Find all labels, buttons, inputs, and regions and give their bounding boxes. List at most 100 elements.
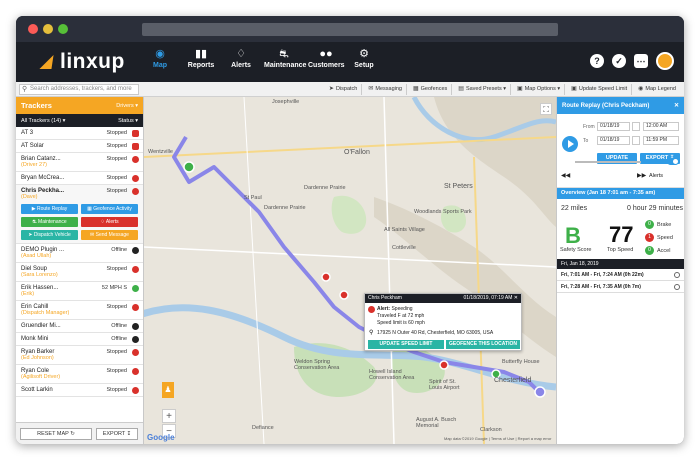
user-avatar[interactable] [656, 52, 674, 70]
close-icon[interactable]: ✕ [514, 295, 518, 301]
update-speed-limit-popup-button[interactable]: UPDATE SPEED LIMIT [368, 340, 444, 349]
export-trackers-button[interactable]: EXPORT ↧ [96, 427, 138, 440]
linxup-logo[interactable]: linxup [39, 50, 125, 74]
minimize-window-button[interactable] [43, 24, 53, 34]
search-input[interactable]: ⚲ Search addresses, trackers, and more [19, 84, 139, 95]
from-date-input[interactable]: 01/18/19 [597, 122, 630, 131]
saved-presets-button[interactable]: ▤ Saved Presets ▾ [454, 84, 512, 95]
stopped-icon [132, 368, 139, 375]
maintenance-label: Maintenance [38, 219, 67, 225]
tracker-row[interactable]: Scott Larkin Stopped [16, 384, 143, 397]
map-label: Cottleville [392, 245, 416, 251]
nav-reports-label: Reports [187, 62, 215, 69]
tracker-row[interactable]: DEMO Plugin ... (Asad Ullah) Offline [16, 244, 143, 263]
alerts-button[interactable]: ♢ Alerts [81, 217, 138, 227]
check-icon[interactable]: ✓ [612, 54, 626, 68]
fullscreen-icon[interactable]: ⛶ [540, 103, 552, 115]
trip-info-icon[interactable] [674, 272, 680, 278]
replay-form: From To 01/18/19 12:00 AM 01/18/19 11:59… [557, 114, 684, 188]
route-replay-button[interactable]: ▶ Route Replay [21, 204, 78, 214]
top-navigation: linxup ◉ Map ▮▮ Reports ♢ Alerts ⛐ Maint… [16, 42, 684, 82]
trip-duration: 0 hour 29 minutes [627, 205, 684, 212]
map-view[interactable]: Josephville Wentzville O'Fallon St Peter… [144, 97, 556, 444]
status-sort[interactable]: Status ▾ [118, 118, 138, 124]
trackers-title: Trackers [21, 101, 52, 110]
play-replay-button[interactable] [562, 136, 578, 152]
popup-alert-line: Alert: Speeding [377, 306, 413, 312]
geofence-activity-button[interactable]: ▦ Geofence Activity [81, 204, 138, 214]
route-start-marker[interactable] [183, 161, 195, 173]
tracker-row[interactable]: Ryan Cole (Agilisoft Driver) Stopped [16, 365, 143, 384]
nav-map[interactable]: ◉ Map [146, 46, 174, 78]
messaging-button[interactable]: ✉ Messaging [364, 84, 407, 95]
tracker-row[interactable]: Erik Hassen... (Erik) 52 MPH S [16, 282, 143, 301]
drivers-filter-label: Drivers [116, 102, 134, 109]
speeding-marker[interactable] [321, 272, 331, 282]
alerts-toggle[interactable] [667, 158, 679, 165]
zoom-in-button[interactable]: + [162, 409, 176, 423]
to-time-select[interactable]: 11:59 PM [643, 136, 679, 145]
tracker-status: Stopped [106, 266, 128, 272]
tracker-row[interactable]: Diel Soup (Sara Lorenzo) Stopped [16, 263, 143, 282]
dispatch-button[interactable]: ➤ Dispatch [325, 84, 363, 95]
all-trackers-dropdown[interactable]: All Trackers (14) ▾ [21, 118, 65, 124]
drivers-filter[interactable]: Drivers ▾ [116, 103, 138, 109]
close-icon[interactable]: ✕ [674, 102, 679, 109]
map-legend-button[interactable]: ◉ Map Legend [634, 84, 680, 95]
tracker-row-expanded[interactable]: Chris Peckha... (Dave) Stopped ▶ Route R… [16, 185, 143, 244]
all-trackers-label: All Trackers (14) [21, 117, 62, 124]
send-message-button[interactable]: ✉ Send Message [81, 230, 138, 240]
tracker-row[interactable]: Ryan Barker (Ed Johnson) Stopped [16, 346, 143, 365]
tracker-row[interactable]: Brian Catanz... (Driver 27) Stopped [16, 153, 143, 172]
replay-speed-slider[interactable] [575, 161, 641, 163]
tracker-status: Stopped [106, 130, 128, 136]
logo-text: linxup [60, 50, 125, 73]
trip-info-icon[interactable] [674, 284, 680, 290]
tracker-status: Stopped [106, 304, 128, 310]
tracker-list: AT 3 Stopped AT Solar Stopped Brian Cata… [16, 127, 143, 417]
map-label: Josephville [272, 99, 300, 105]
update-speed-limit-button[interactable]: ▣ Update Speed Limit [567, 84, 633, 95]
trackers-footer: RESET MAP ↻ EXPORT ↧ [16, 422, 143, 444]
route-end-marker[interactable] [534, 386, 546, 398]
trackers-panel: Trackers Drivers ▾ All Trackers (14) ▾ S… [16, 97, 144, 444]
nav-alerts[interactable]: ♢ Alerts [228, 46, 254, 78]
nav-customers[interactable]: ●● Customers [308, 46, 345, 78]
to-date-input[interactable]: 01/18/19 [597, 136, 630, 145]
from-time-select[interactable]: 12:00 AM [643, 122, 679, 131]
bell-icon: ♢ [236, 48, 246, 60]
trip-row[interactable]: Fri, 7:28 AM - Fri, 7:35 AM (0h 7m) [557, 282, 684, 293]
map-options-button[interactable]: ▣ Map Options ▾ [513, 84, 566, 95]
close-window-button[interactable] [28, 24, 38, 34]
nav-setup[interactable]: ⚙ Setup [351, 46, 377, 78]
map-attribution[interactable]: Map data ©2019 Google | Terms of Use | R… [444, 436, 551, 441]
geofences-button[interactable]: ▦ Geofences [409, 84, 453, 95]
tracker-driver: (Ed Johnson) [21, 355, 54, 361]
street-view-icon[interactable]: ♟ [162, 382, 174, 398]
calendar-icon[interactable] [632, 136, 640, 145]
speeding-marker[interactable] [339, 290, 349, 300]
chat-icon[interactable]: ⋯ [634, 54, 648, 68]
trip-row[interactable]: Fri, 7:01 AM - Fri, 7:24 AM (0h 22m) [557, 270, 684, 281]
tracker-row[interactable]: Gruendler Mi... Offline [16, 320, 143, 333]
maximize-window-button[interactable] [58, 24, 68, 34]
nav-maintenance[interactable]: ⛐ Maintenance [264, 46, 306, 78]
tracker-row[interactable]: Bryan McCrea... Stopped [16, 172, 143, 185]
tracker-row[interactable]: AT 3 Stopped [16, 127, 143, 140]
reset-map-button[interactable]: RESET MAP ↻ [20, 427, 92, 440]
route-replay-header: Route Replay (Chris Peckham) ✕ [557, 97, 684, 114]
maintenance-button[interactable]: ⛐ Maintenance [21, 217, 78, 227]
tracker-row[interactable]: Monk Mini Offline [16, 333, 143, 346]
geofence-location-button[interactable]: GEOFENCE THIS LOCATION [446, 340, 520, 349]
tracker-row[interactable]: Erin Cahill (Dispatch Manager) Stopped [16, 301, 143, 320]
dispatch-vehicle-button[interactable]: ➤ Dispatch Vehicle [21, 230, 78, 240]
help-icon[interactable]: ? [590, 54, 604, 68]
nav-reports[interactable]: ▮▮ Reports [186, 46, 216, 78]
calendar-icon[interactable] [632, 122, 640, 131]
tracker-row[interactable]: AT Solar Stopped [16, 140, 143, 153]
speeding-marker[interactable] [439, 360, 449, 370]
tracker-driver: (Sara Lorenzo) [21, 272, 58, 278]
location-pin-icon: ⚲ [369, 330, 374, 336]
address-bar[interactable] [142, 23, 558, 36]
google-logo: Google [147, 433, 175, 442]
